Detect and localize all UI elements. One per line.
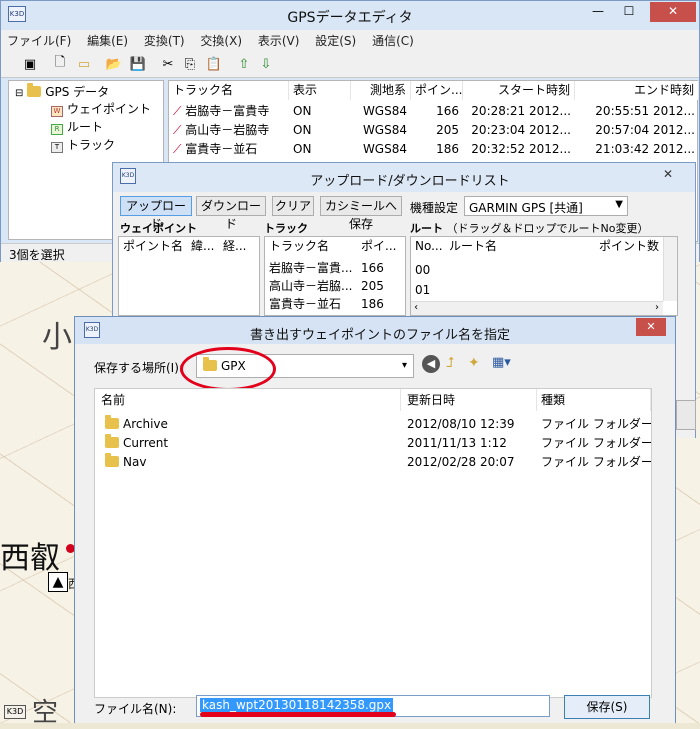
menu-convert[interactable]: 変換(T) bbox=[138, 30, 191, 52]
list-item[interactable]: 00 bbox=[411, 261, 445, 280]
track-line-icon: ⟋ bbox=[173, 142, 182, 156]
waypoint-list: ポイント名 緯... 経... bbox=[118, 236, 260, 316]
annotation-circle bbox=[180, 347, 276, 391]
close-button[interactable]: ✕ bbox=[650, 2, 696, 22]
horizontal-scrollbar[interactable]: ‹ › bbox=[411, 301, 663, 315]
new-folder-icon[interactable]: ▭ bbox=[74, 54, 94, 74]
list-item[interactable]: 01 bbox=[411, 281, 445, 300]
download-button[interactable]: ダウンロード bbox=[196, 196, 266, 231]
download-icon[interactable]: ⇩ bbox=[256, 54, 276, 74]
chevron-down-icon: ▾ bbox=[401, 360, 407, 371]
track-icon: T bbox=[51, 142, 63, 153]
map-label: 小 bbox=[42, 320, 72, 355]
maximize-button[interactable]: ☐ bbox=[615, 2, 643, 22]
up-folder-icon[interactable]: ⮥ bbox=[446, 355, 454, 371]
status-text: 3個を選択 bbox=[9, 248, 65, 262]
tree-root[interactable]: ⊟ GPS データ bbox=[15, 83, 109, 100]
column-header[interactable]: スタート時刻 bbox=[463, 81, 575, 100]
file-list: 名前 更新日時 種類 Archive 2012/08/10 12:39 ファイル… bbox=[94, 388, 652, 698]
upload-icon[interactable]: ⇧ bbox=[234, 54, 254, 74]
cut-icon[interactable]: ✂ bbox=[158, 54, 178, 74]
track-section-header: トラック bbox=[264, 222, 308, 235]
menu-exchange[interactable]: 交換(X) bbox=[194, 30, 248, 52]
minimize-button[interactable]: — bbox=[584, 2, 612, 22]
clear-button[interactable]: クリア bbox=[272, 196, 314, 216]
save-icon[interactable]: 💾 bbox=[128, 54, 148, 74]
menu-bar: ファイル(F) 編集(E) 変換(T) 交換(X) 表示(V) 設定(S) 通信… bbox=[1, 30, 699, 52]
column-header[interactable]: 表示 bbox=[289, 81, 351, 100]
track-upload-list: トラック名 ポイ... 岩脇寺－富貴... 166 高山寺－岩脇... 205 … bbox=[264, 236, 406, 316]
new-file-icon[interactable]: 🗋 bbox=[50, 54, 70, 74]
menu-settings[interactable]: 設定(S) bbox=[309, 30, 362, 52]
column-header[interactable]: 測地系 bbox=[351, 81, 411, 100]
tree-item-waypoint[interactable]: W ウェイポイント bbox=[51, 100, 151, 117]
column-header[interactable]: 名前 bbox=[95, 389, 401, 411]
save-dialog-logo-icon: K3D bbox=[84, 322, 100, 338]
paste-icon[interactable]: 📋 bbox=[204, 54, 224, 74]
filename-selected-text: kash_wpt20130118142358.gpx bbox=[200, 698, 394, 712]
route-list: No... ルート名 ポイント数 00 01 ‹ › bbox=[410, 236, 678, 316]
folder-icon bbox=[105, 415, 119, 429]
menu-edit[interactable]: 編集(E) bbox=[81, 30, 134, 52]
annotation-underline bbox=[200, 712, 396, 717]
column-header[interactable]: 種類 bbox=[537, 389, 651, 411]
save-in-label: 保存する場所(I): bbox=[94, 361, 183, 375]
map-summit-icon: ▲ bbox=[48, 572, 68, 592]
tree-item-track[interactable]: T トラック bbox=[51, 136, 115, 153]
tree-item-route[interactable]: R ルート bbox=[51, 118, 103, 135]
map-label: 空 bbox=[32, 698, 59, 728]
dialog-button-partial[interactable] bbox=[676, 400, 696, 430]
waypoint-section-header: ウェイポイント bbox=[120, 222, 197, 235]
model-label: 機種設定 bbox=[410, 201, 459, 215]
column-header[interactable]: 更新日時 bbox=[401, 389, 537, 411]
model-select[interactable]: GARMIN GPS [共通] ▼ bbox=[464, 196, 628, 216]
filename-label: ファイル名(N): bbox=[94, 702, 177, 716]
save-dialog-close-button[interactable]: ✕ bbox=[636, 318, 666, 336]
save-kashmir-button[interactable]: カシミールへ保存 bbox=[320, 196, 402, 231]
dialog-logo-icon: K3D bbox=[120, 168, 136, 184]
window-title: GPSデータエディタ bbox=[287, 10, 413, 26]
route-icon: R bbox=[51, 124, 63, 135]
view-menu-icon[interactable]: ▦▾ bbox=[492, 355, 511, 370]
menu-file[interactable]: ファイル(F) bbox=[1, 30, 77, 52]
open-folder-icon[interactable]: 📂 bbox=[104, 54, 124, 74]
route-section-header: ルート （ドラッグ＆ドロップでルートNo変更） bbox=[410, 222, 649, 235]
app-logo-icon: K3D bbox=[8, 6, 26, 22]
track-line-icon: ⟋ bbox=[173, 104, 182, 118]
chevron-down-icon: ▼ bbox=[615, 199, 623, 210]
folder-icon bbox=[27, 83, 42, 97]
save-button[interactable]: 保存(S) bbox=[564, 695, 650, 719]
waypoint-icon: W bbox=[51, 106, 63, 117]
folder-icon bbox=[105, 453, 119, 467]
upload-button[interactable]: アップロード bbox=[120, 196, 192, 231]
map-label-icon: K3D bbox=[4, 705, 26, 719]
back-icon[interactable]: ◀ bbox=[422, 355, 440, 373]
menu-view[interactable]: 表示(V) bbox=[252, 30, 306, 52]
column-header[interactable]: エンド時刻 bbox=[575, 81, 699, 100]
collapse-icon[interactable]: ⊟ bbox=[15, 88, 23, 99]
map-label: 西叡 bbox=[0, 541, 60, 576]
save-dialog-title: 書き出すウェイポイントのファイル名を指定 bbox=[249, 328, 510, 343]
vertical-scrollbar[interactable] bbox=[663, 237, 677, 301]
toolbar-tree-icon[interactable]: ▣ bbox=[20, 54, 40, 74]
menu-communication[interactable]: 通信(C) bbox=[366, 30, 420, 52]
dialog-title: アップロード/ダウンロードリスト bbox=[310, 174, 510, 189]
folder-icon bbox=[105, 434, 119, 448]
track-line-icon: ⟋ bbox=[173, 123, 182, 137]
dialog-close-button[interactable]: ✕ bbox=[652, 164, 684, 184]
copy-icon[interactable]: ⎘ bbox=[180, 54, 200, 74]
column-header[interactable]: ポイン... bbox=[411, 81, 463, 100]
column-header[interactable]: トラック名 bbox=[169, 81, 289, 100]
new-folder-icon[interactable]: ✦ bbox=[468, 355, 480, 371]
